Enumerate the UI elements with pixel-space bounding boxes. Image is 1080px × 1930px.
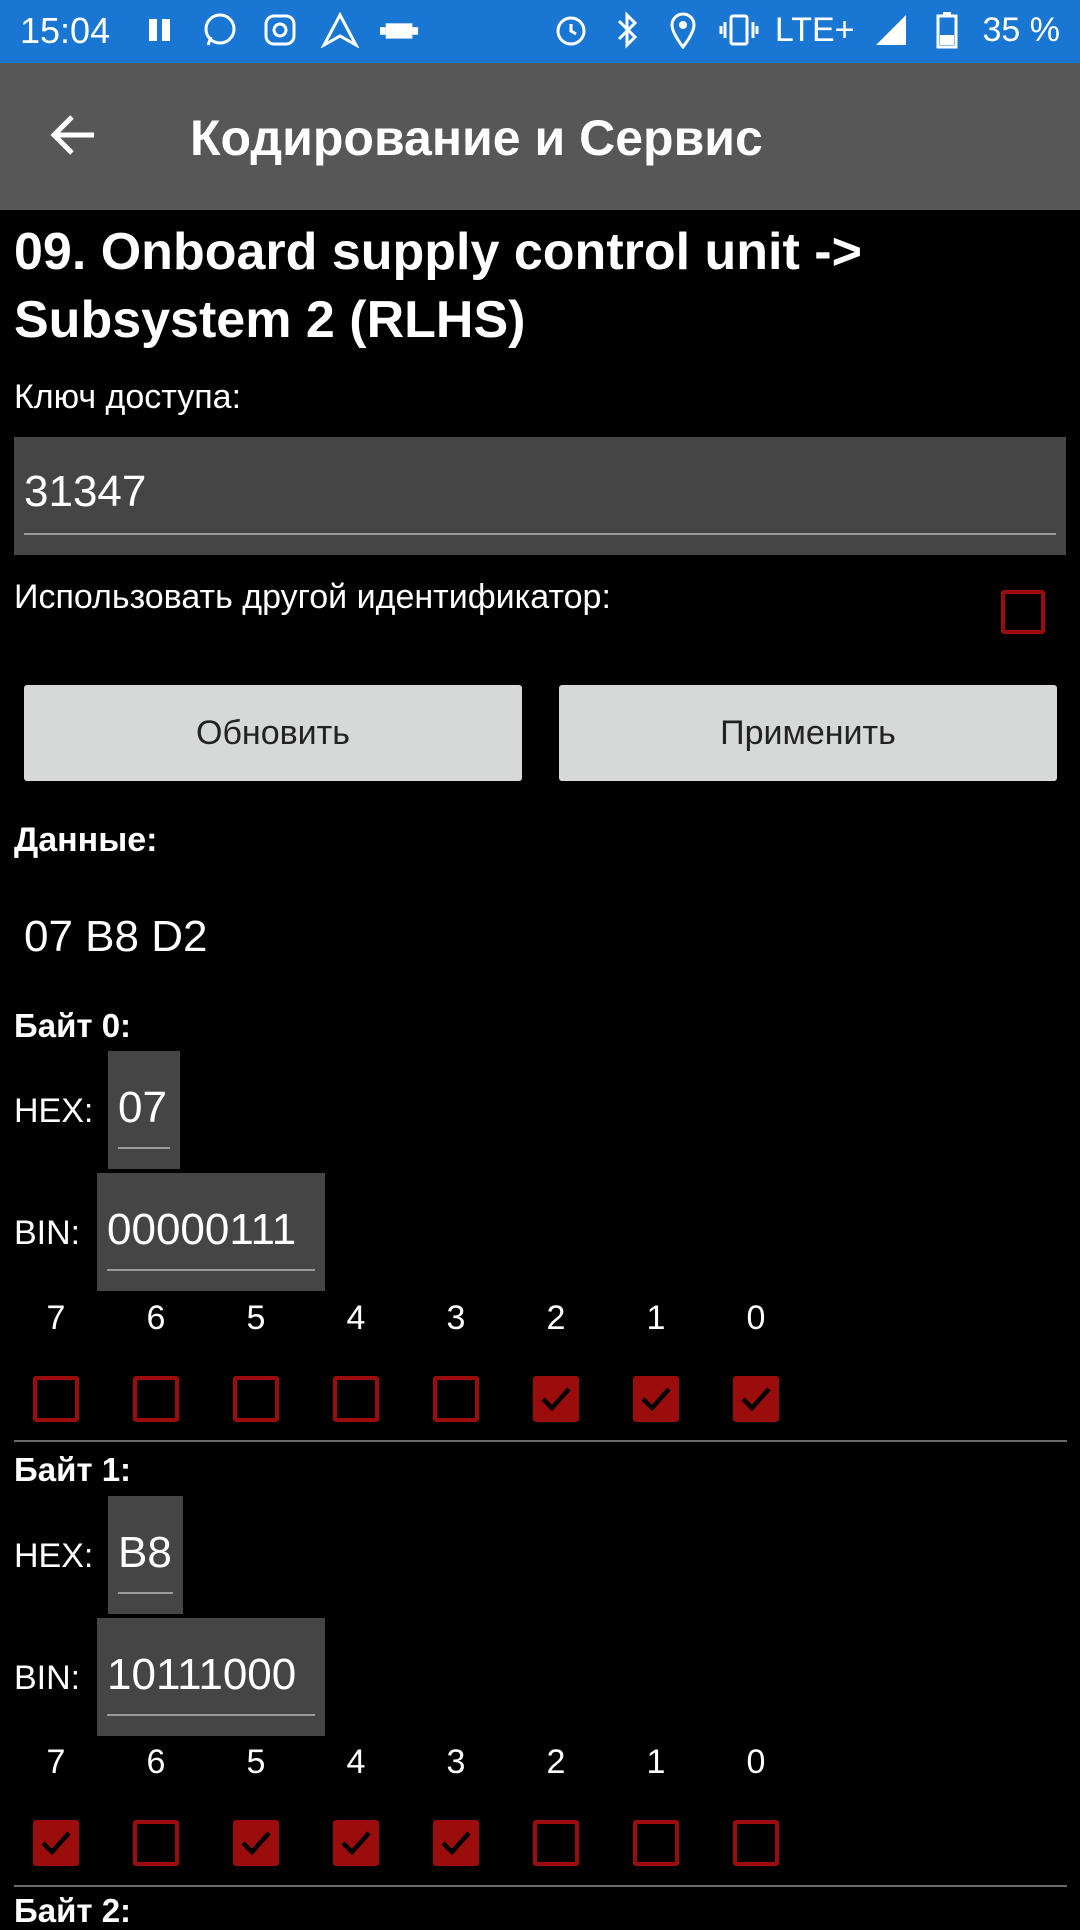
bit-3-checkbox[interactable] xyxy=(433,1376,479,1422)
access-key-input[interactable]: 31347 xyxy=(14,437,1066,555)
status-time: 15:04 xyxy=(20,10,111,51)
bit-number-label: 0 xyxy=(746,1743,766,1781)
checkmark-icon xyxy=(241,1831,271,1856)
signal-icon xyxy=(871,8,911,52)
bit-number-label: 4 xyxy=(346,1743,366,1781)
byte-0-bin-label: BIN: xyxy=(14,1214,81,1252)
byte-0-bin-value: 00000111 xyxy=(107,1205,297,1254)
bit-0-checkbox[interactable] xyxy=(733,1376,779,1422)
bit-number-label: 6 xyxy=(146,1743,166,1781)
status-bar: 15:04 LTE+ 35 % xyxy=(0,0,1080,63)
bit-number-label: 1 xyxy=(646,1743,666,1781)
checkmark-icon xyxy=(641,1387,671,1412)
bit-number-label: 5 xyxy=(246,1299,266,1337)
checkmark-icon xyxy=(541,1387,571,1412)
bit-0-checkbox[interactable] xyxy=(733,1820,779,1866)
bit-number-label: 3 xyxy=(446,1743,466,1781)
module-title: 09. Onboard supply control unit -> Subsy… xyxy=(14,223,862,349)
battery-icon xyxy=(927,8,967,52)
divider xyxy=(14,1440,1067,1442)
status-left-icons xyxy=(140,8,420,52)
bit-number-label: 7 xyxy=(46,1299,66,1337)
byte-1-hex-label: HEX: xyxy=(14,1537,94,1575)
bit-2-checkbox[interactable] xyxy=(533,1820,579,1866)
bit-5-checkbox[interactable] xyxy=(233,1376,279,1422)
bit-3-checkbox[interactable] xyxy=(433,1820,479,1866)
data-label: Данные: xyxy=(14,821,158,859)
location-icon xyxy=(663,8,703,52)
input-underline xyxy=(24,533,1056,535)
input-underline xyxy=(107,1269,315,1271)
bit-6-checkbox[interactable] xyxy=(133,1820,179,1866)
bit-4-checkbox[interactable] xyxy=(333,1820,379,1866)
bit-number-label: 0 xyxy=(746,1299,766,1337)
app-bar: Кодирование и Сервис xyxy=(0,63,1080,210)
battery-percent: 35 % xyxy=(982,10,1061,49)
byte-1-bin-value: 10111000 xyxy=(107,1650,297,1699)
alarm-icon xyxy=(551,8,591,52)
checkmark-icon xyxy=(741,1387,771,1412)
bluetooth-icon xyxy=(607,8,647,52)
bit-number-label: 3 xyxy=(446,1299,466,1337)
byte-0-bin-input[interactable]: 00000111 xyxy=(97,1173,325,1291)
vibrate-icon xyxy=(719,8,759,52)
byte-1-bin-label: BIN: xyxy=(14,1659,81,1697)
bit-1-checkbox[interactable] xyxy=(633,1820,679,1866)
bit-7-checkbox[interactable] xyxy=(33,1376,79,1422)
bit-7-checkbox[interactable] xyxy=(33,1820,79,1866)
refresh-button[interactable]: Обновить xyxy=(24,685,522,781)
input-underline xyxy=(118,1147,170,1149)
divider xyxy=(14,1885,1067,1887)
bit-4-checkbox[interactable] xyxy=(333,1376,379,1422)
instagram-icon xyxy=(260,8,300,52)
input-underline xyxy=(118,1592,173,1594)
other-id-label: Использовать другой идентификатор: xyxy=(14,578,611,616)
bit-number-label: 6 xyxy=(146,1299,166,1337)
checkmark-icon xyxy=(441,1831,471,1856)
byte-2-label: Байт 2: xyxy=(14,1892,132,1929)
byte-0-hex-value: 07 xyxy=(118,1083,167,1132)
page-title: Кодирование и Сервис xyxy=(190,110,763,166)
access-key-label: Ключ доступа: xyxy=(14,378,242,416)
pause-icon xyxy=(140,8,180,52)
nav-arrow-icon xyxy=(320,8,360,52)
status-right-icons: LTE+ 35 % xyxy=(551,8,1060,52)
bit-number-label: 5 xyxy=(246,1743,266,1781)
bit-number-label: 7 xyxy=(46,1743,66,1781)
checkmark-icon xyxy=(41,1831,71,1856)
byte-1-hex-value: B8 xyxy=(118,1528,172,1577)
bit-1-checkbox[interactable] xyxy=(633,1376,679,1422)
other-id-checkbox[interactable] xyxy=(1001,590,1045,634)
bit-number-label: 2 xyxy=(546,1743,566,1781)
data-value: 07 B8 D2 xyxy=(24,912,208,961)
bit-number-label: 1 xyxy=(646,1299,666,1337)
byte-1-hex-input[interactable]: B8 xyxy=(108,1496,183,1614)
checkmark-icon xyxy=(341,1831,371,1856)
car-engine-icon xyxy=(380,8,420,52)
byte-0-hex-label: HEX: xyxy=(14,1092,94,1130)
bit-number-label: 2 xyxy=(546,1299,566,1337)
byte-0-hex-input[interactable]: 07 xyxy=(108,1051,180,1169)
network-type: LTE+ xyxy=(774,10,855,49)
input-underline xyxy=(107,1714,315,1716)
byte-0-label: Байт 0: xyxy=(14,1007,132,1044)
whatsapp-icon xyxy=(200,8,240,52)
bit-5-checkbox[interactable] xyxy=(233,1820,279,1866)
bit-2-checkbox[interactable] xyxy=(533,1376,579,1422)
bit-number-label: 4 xyxy=(346,1299,366,1337)
byte-1-label: Байт 1: xyxy=(14,1451,132,1488)
byte-1-bin-input[interactable]: 10111000 xyxy=(97,1618,325,1736)
bit-6-checkbox[interactable] xyxy=(133,1376,179,1422)
access-key-value: 31347 xyxy=(24,467,147,516)
apply-button[interactable]: Применить xyxy=(559,685,1057,781)
back-arrow-icon[interactable] xyxy=(46,107,102,163)
